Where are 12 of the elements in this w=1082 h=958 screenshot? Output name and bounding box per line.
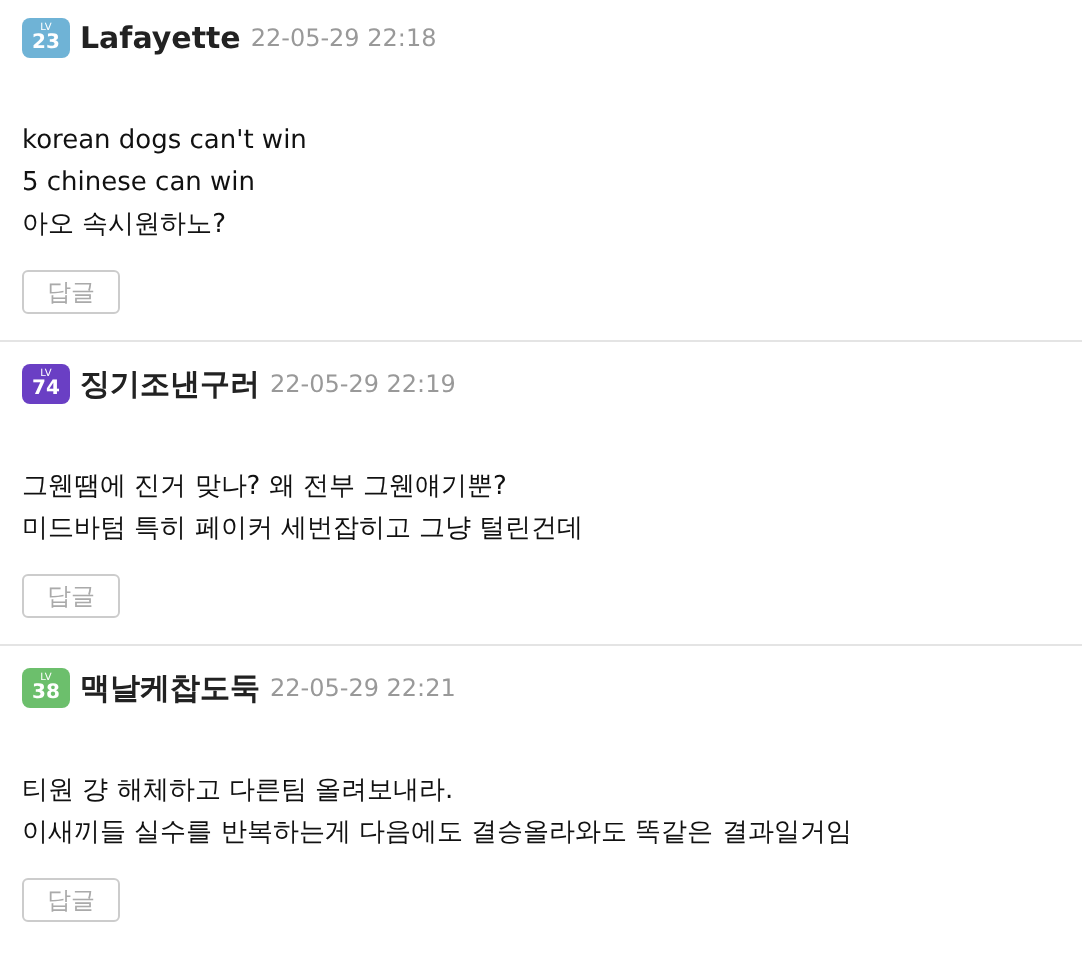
comment-text: 티원 걍 해체하고 다른팀 올려보내라. 이새끼들 실수를 반복하는게 다음에도 결승올라와도 똑같은 결과일거임 — [22, 774, 854, 852]
reply-button[interactable]: 답글 — [22, 270, 120, 314]
reply-button[interactable]: 답글 — [22, 574, 120, 618]
author-name: 맥날케찹도둑 — [80, 669, 260, 707]
author-name: 징기조낸구러 — [80, 365, 260, 403]
timestamp: 22-05-29 22:21 — [270, 674, 456, 702]
reply-button[interactable]: 답글 — [22, 878, 120, 922]
timestamp: 22-05-29 22:19 — [270, 370, 456, 398]
comment-text: 그웬땜에 진거 맞나? 왜 전부 그웬얘기뿐? 미드바텀 특히 페이커 세번잡히고 그냥 털린건데 — [22, 470, 586, 548]
author-name: Lafayette — [80, 20, 241, 56]
timestamp: 22-05-29 22:18 — [250, 24, 437, 52]
comment-text: korean dogs can't win 5 chinese can win 아오 속시원하노? — [22, 124, 309, 244]
